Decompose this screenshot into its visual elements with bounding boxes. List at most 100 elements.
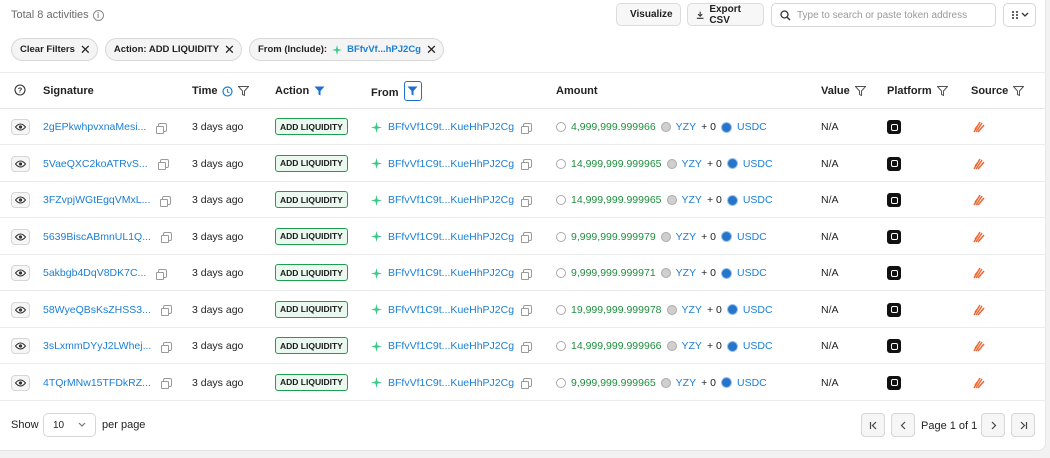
- from-address-link[interactable]: BFfvVf1C9t...KueHhPJ2Cg: [388, 158, 514, 170]
- copy-icon[interactable]: [521, 305, 533, 316]
- from-filter-toggle[interactable]: [403, 81, 422, 101]
- token-yzy-link[interactable]: YZY: [676, 377, 696, 389]
- token-usdc-link[interactable]: USDC: [737, 121, 767, 133]
- action-filter-chip[interactable]: Action: ADD LIQUIDITY ✕: [104, 38, 242, 61]
- column-signature[interactable]: Signature: [43, 85, 94, 97]
- copy-icon[interactable]: [521, 232, 533, 243]
- table-row[interactable]: 2gEPkwhpvxnaMesi... 3 days ago ADD LIQUI…: [0, 109, 1046, 145]
- token-yzy-link[interactable]: YZY: [676, 267, 696, 279]
- info-icon[interactable]: i: [92, 9, 104, 21]
- last-page-button[interactable]: [1011, 413, 1035, 437]
- previous-page-button[interactable]: [891, 413, 915, 437]
- from-address-link[interactable]: BFfvVf1C9t...KueHhPJ2Cg: [388, 377, 514, 389]
- table-row[interactable]: 3sLxmmDYyJ2LWhej... 3 days ago ADD LIQUI…: [0, 328, 1046, 364]
- clock-icon[interactable]: [222, 85, 234, 97]
- platform-logo-icon[interactable]: [887, 156, 901, 171]
- view-details-button[interactable]: [11, 155, 30, 172]
- token-yzy-link[interactable]: YZY: [682, 304, 702, 316]
- signature-link[interactable]: 2gEPkwhpvxnaMesi...: [43, 121, 146, 133]
- source-logo-icon[interactable]: [972, 193, 986, 207]
- columns-menu-button[interactable]: [1003, 3, 1036, 27]
- from-address-link[interactable]: BFfvVf1C9t...KueHhPJ2Cg: [388, 194, 514, 206]
- signature-link[interactable]: 5639BiscABmnUL1Q...: [43, 231, 151, 243]
- token-usdc-link[interactable]: USDC: [743, 194, 773, 206]
- token-yzy-link[interactable]: YZY: [676, 121, 696, 133]
- view-details-button[interactable]: [11, 374, 30, 391]
- copy-icon[interactable]: [160, 305, 172, 316]
- table-row[interactable]: 5639BiscABmnUL1Q... 3 days ago ADD LIQUI…: [0, 219, 1046, 255]
- token-yzy-link[interactable]: YZY: [682, 340, 702, 352]
- next-page-button[interactable]: [981, 413, 1005, 437]
- column-value[interactable]: Value: [821, 85, 866, 97]
- table-row[interactable]: 5akbgb4DqV8DK7C... 3 days ago ADD LIQUID…: [0, 255, 1046, 291]
- copy-icon[interactable]: [160, 378, 172, 389]
- signature-link[interactable]: 4TQrMNw15TFDkRZ...: [43, 377, 151, 389]
- clear-filters-chip[interactable]: Clear Filters ✕: [11, 38, 98, 61]
- table-row[interactable]: 5VaeQXC2koATRvS... 3 days ago ADD LIQUID…: [0, 146, 1046, 182]
- token-usdc-link[interactable]: USDC: [737, 267, 767, 279]
- source-logo-icon[interactable]: [972, 230, 986, 244]
- source-logo-icon[interactable]: [972, 339, 986, 353]
- view-details-button[interactable]: [11, 265, 30, 281]
- view-details-button[interactable]: [11, 338, 30, 354]
- token-usdc-link[interactable]: USDC: [743, 304, 773, 316]
- filter-icon[interactable]: [238, 86, 250, 96]
- copy-icon[interactable]: [161, 341, 173, 353]
- source-logo-icon[interactable]: [972, 266, 986, 280]
- search-input[interactable]: [797, 9, 987, 21]
- copy-icon[interactable]: [160, 195, 172, 207]
- platform-logo-icon[interactable]: [887, 302, 901, 317]
- filter-icon[interactable]: [936, 86, 948, 96]
- token-yzy-link[interactable]: YZY: [676, 231, 696, 243]
- token-usdc-link[interactable]: USDC: [743, 158, 773, 170]
- per-page-select[interactable]: 10: [43, 413, 96, 437]
- token-usdc-link[interactable]: USDC: [743, 340, 773, 352]
- copy-icon[interactable]: [157, 159, 169, 170]
- view-details-button[interactable]: [11, 301, 30, 318]
- close-icon[interactable]: ✕: [224, 43, 235, 56]
- table-row[interactable]: 4TQrMNw15TFDkRZ... 3 days ago ADD LIQUID…: [0, 365, 1046, 401]
- source-logo-icon[interactable]: [972, 303, 986, 317]
- copy-icon[interactable]: [521, 159, 533, 170]
- column-source[interactable]: Source: [971, 85, 1025, 97]
- token-yzy-link[interactable]: YZY: [682, 194, 702, 206]
- source-logo-icon[interactable]: [972, 120, 986, 134]
- signature-link[interactable]: 3sLxmmDYyJ2LWhej...: [43, 340, 151, 352]
- platform-logo-icon[interactable]: [887, 339, 901, 353]
- close-icon[interactable]: ✕: [80, 43, 91, 56]
- source-logo-icon[interactable]: [972, 157, 986, 171]
- filter-icon[interactable]: [1013, 86, 1025, 96]
- first-page-button[interactable]: [861, 413, 885, 437]
- column-amount[interactable]: Amount: [556, 85, 598, 97]
- column-action[interactable]: Action: [275, 85, 325, 97]
- export-csv-button[interactable]: Export CSV: [687, 3, 764, 26]
- filter-icon[interactable]: [854, 86, 866, 96]
- platform-logo-icon[interactable]: [887, 193, 901, 207]
- table-row[interactable]: 3FZvpjWGtEgqVMxL... 3 days ago ADD LIQUI…: [0, 182, 1046, 218]
- copy-icon[interactable]: [521, 268, 533, 280]
- platform-logo-icon[interactable]: [887, 229, 901, 244]
- column-platform[interactable]: Platform: [887, 85, 948, 97]
- from-filter-chip[interactable]: From (Include): BFfvVf...hPJ2Cg ✕: [248, 38, 444, 61]
- signature-link[interactable]: 5VaeQXC2koATRvS...: [43, 158, 148, 170]
- copy-icon[interactable]: [160, 232, 172, 243]
- view-details-button[interactable]: [11, 192, 30, 208]
- signature-link[interactable]: 58WyeQBsKsZHSS3...: [43, 304, 151, 316]
- copy-icon[interactable]: [521, 341, 533, 353]
- copy-icon[interactable]: [521, 378, 533, 389]
- source-logo-icon[interactable]: [972, 376, 986, 390]
- signature-link[interactable]: 3FZvpjWGtEgqVMxL...: [43, 194, 150, 206]
- signature-link[interactable]: 5akbgb4DqV8DK7C...: [43, 267, 146, 279]
- column-time[interactable]: Time: [192, 85, 250, 97]
- copy-icon[interactable]: [156, 268, 168, 280]
- view-details-button[interactable]: [11, 228, 30, 245]
- token-usdc-link[interactable]: USDC: [737, 231, 767, 243]
- from-address-link[interactable]: BFfvVf1C9t...KueHhPJ2Cg: [388, 304, 514, 316]
- view-details-button[interactable]: [11, 119, 30, 135]
- from-address-link[interactable]: BFfvVf1C9t...KueHhPJ2Cg: [388, 121, 514, 133]
- token-usdc-link[interactable]: USDC: [737, 377, 767, 389]
- platform-logo-icon[interactable]: [887, 375, 901, 390]
- copy-icon[interactable]: [156, 122, 168, 134]
- table-row[interactable]: 58WyeQBsKsZHSS3... 3 days ago ADD LIQUID…: [0, 292, 1046, 328]
- search-box[interactable]: [771, 3, 996, 27]
